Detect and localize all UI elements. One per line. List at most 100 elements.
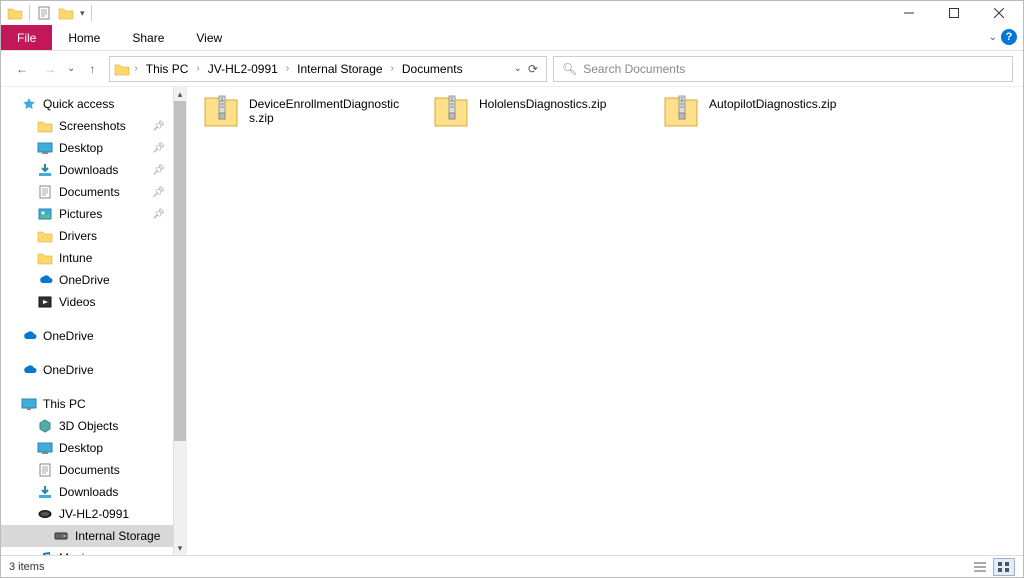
forward-button[interactable]: →	[39, 58, 61, 80]
tree-onedrive-2[interactable]: OneDrive	[1, 359, 187, 381]
help-icon[interactable]: ?	[1001, 29, 1017, 45]
tree-label: This PC	[43, 397, 86, 411]
ribbon: File Home Share View ⌄ ?	[1, 25, 1023, 51]
chevron-right-icon[interactable]: ›	[194, 63, 201, 74]
pictures-icon	[37, 206, 53, 222]
scroll-up-icon[interactable]: ▴	[173, 87, 187, 101]
tree-item-documents[interactable]: Documents📌︎	[1, 181, 187, 203]
file-item[interactable]: DeviceEnrollmentDiagnostics.zip	[203, 95, 403, 133]
search-box[interactable]: 🔍︎	[553, 56, 1013, 82]
view-details-button[interactable]	[969, 558, 991, 576]
tree-label: Intune	[59, 251, 92, 265]
crumb-documents[interactable]: Documents	[398, 57, 467, 81]
crumb-this-pc[interactable]: This PC	[142, 57, 193, 81]
tree-label: Documents	[59, 463, 120, 477]
scroll-thumb[interactable]	[174, 101, 186, 441]
onedrive-icon	[21, 328, 37, 344]
folder-icon	[37, 228, 53, 244]
tree-label: OneDrive	[43, 363, 94, 377]
tree-onedrive-1[interactable]: OneDrive	[1, 325, 187, 347]
ribbon-tab-home[interactable]: Home	[52, 25, 116, 50]
zip-icon	[433, 95, 471, 133]
qat-newfolder-icon[interactable]	[58, 5, 74, 21]
maximize-button[interactable]	[931, 2, 976, 24]
tree-item-screenshots[interactable]: Screenshots 📌︎	[1, 115, 187, 137]
file-item[interactable]: HololensDiagnostics.zip	[433, 95, 633, 133]
tree-item-internal-storage[interactable]: Internal Storage	[1, 525, 187, 547]
zip-icon	[663, 95, 701, 133]
search-input[interactable]	[583, 62, 1004, 76]
tree-item-desktop[interactable]: Desktop📌︎	[1, 137, 187, 159]
tree-item-intune[interactable]: Intune	[1, 247, 187, 269]
chevron-right-icon[interactable]: ›	[284, 63, 291, 74]
chevron-down-icon[interactable]: ⌄	[157, 553, 165, 556]
downloads-icon	[37, 484, 53, 500]
tree-label: Music	[59, 551, 90, 555]
sidebar-scrollbar[interactable]: ▴ ▾	[173, 87, 187, 555]
chevron-right-icon[interactable]: ›	[132, 63, 139, 74]
music-icon	[37, 550, 53, 555]
tree-label: Drivers	[59, 229, 97, 243]
file-item[interactable]: AutopilotDiagnostics.zip	[663, 95, 863, 133]
videos-icon	[37, 294, 53, 310]
onedrive-icon	[21, 362, 37, 378]
tree-item-onedrive-qa[interactable]: OneDrive	[1, 269, 187, 291]
tree-label: Internal Storage	[75, 529, 160, 543]
tree-item-downloads-pc[interactable]: Downloads	[1, 481, 187, 503]
tree-quick-access[interactable]: Quick access	[1, 93, 187, 115]
pin-icon: 📌︎	[152, 121, 165, 132]
tree-label: OneDrive	[59, 273, 110, 287]
pin-icon: 📌︎	[152, 165, 165, 176]
address-bar[interactable]: › This PC › JV-HL2-0991 › Internal Stora…	[109, 56, 547, 82]
tree-item-downloads[interactable]: Downloads📌︎	[1, 159, 187, 181]
up-button[interactable]: ↑	[81, 58, 103, 80]
tree-label: Quick access	[43, 97, 114, 111]
ribbon-tab-view[interactable]: View	[180, 25, 238, 50]
tree-this-pc[interactable]: This PC	[1, 393, 187, 415]
ribbon-collapse-icon[interactable]: ⌄	[989, 32, 997, 43]
view-icons-button[interactable]	[993, 558, 1015, 576]
search-icon: 🔍︎	[562, 62, 577, 76]
refresh-icon[interactable]: ⟳	[528, 62, 538, 76]
tree-label: Screenshots	[59, 119, 126, 133]
navbar: ← → ⌄ ↑ › This PC › JV-HL2-0991 › Intern…	[1, 51, 1023, 87]
qat-dropdown-icon[interactable]: ▾	[80, 8, 85, 19]
status-bar: 3 items	[1, 555, 1023, 577]
tree-item-3dobjects[interactable]: 3D Objects	[1, 415, 187, 437]
ribbon-tab-share[interactable]: Share	[116, 25, 180, 50]
back-button[interactable]: ←	[11, 58, 33, 80]
app-folder-icon	[7, 5, 23, 21]
file-name: DeviceEnrollmentDiagnostics.zip	[249, 95, 403, 125]
qat-properties-icon[interactable]	[36, 5, 52, 21]
minimize-button[interactable]	[886, 2, 931, 24]
crumb-device[interactable]: JV-HL2-0991	[204, 57, 282, 81]
documents-icon	[37, 184, 53, 200]
chevron-right-icon[interactable]: ›	[389, 63, 396, 74]
status-item-count: 3 items	[9, 561, 44, 573]
crumb-internal-storage[interactable]: Internal Storage	[293, 57, 386, 81]
storage-icon	[53, 528, 69, 544]
tree-item-documents-pc[interactable]: Documents	[1, 459, 187, 481]
tree-item-pictures[interactable]: Pictures📌︎	[1, 203, 187, 225]
scroll-down-icon[interactable]: ▾	[173, 541, 187, 555]
tree-item-drivers[interactable]: Drivers	[1, 225, 187, 247]
pc-icon	[21, 396, 37, 412]
history-dropdown-icon[interactable]: ⌄	[67, 63, 75, 74]
file-name: AutopilotDiagnostics.zip	[709, 95, 836, 111]
address-folder-icon	[114, 61, 130, 77]
pin-icon: 📌︎	[152, 143, 165, 154]
device-icon	[37, 506, 53, 522]
pin-icon: 📌︎	[152, 209, 165, 220]
tree-item-desktop-pc[interactable]: Desktop	[1, 437, 187, 459]
downloads-icon	[37, 162, 53, 178]
tree-item-videos[interactable]: Videos	[1, 291, 187, 313]
close-button[interactable]	[976, 2, 1021, 24]
star-icon	[21, 96, 37, 112]
pin-icon: 📌︎	[152, 187, 165, 198]
ribbon-tab-file[interactable]: File	[1, 25, 52, 50]
tree-item-device[interactable]: JV-HL2-0991	[1, 503, 187, 525]
desktop-icon	[37, 440, 53, 456]
file-view[interactable]: DeviceEnrollmentDiagnostics.zip Hololens…	[187, 87, 1023, 555]
tree-item-music[interactable]: Music ⌄	[1, 547, 187, 555]
address-history-icon[interactable]: ⌄	[514, 63, 522, 74]
